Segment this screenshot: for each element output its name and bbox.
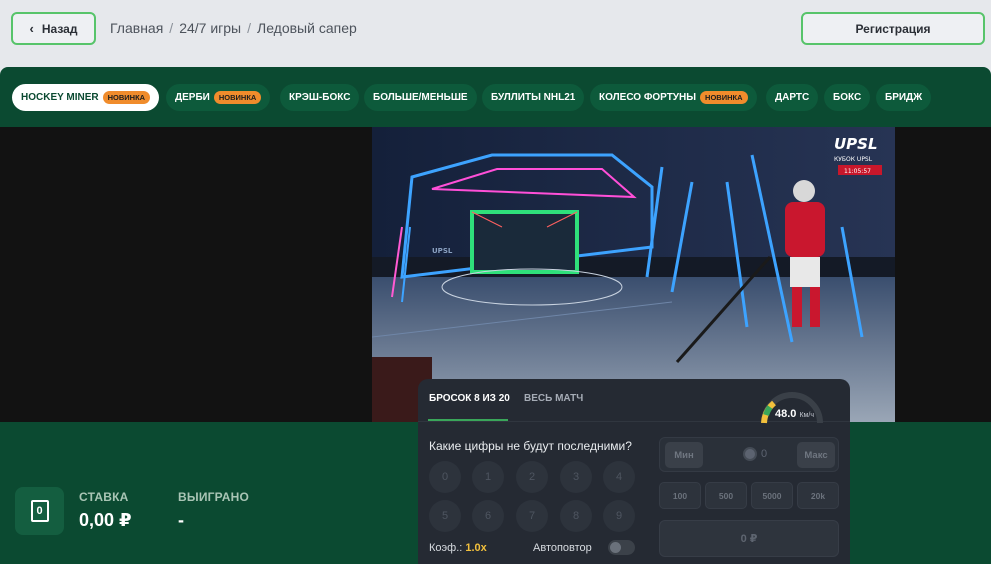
new-badge: НОВИНКА bbox=[700, 91, 748, 104]
breadcrumb-games[interactable]: 24/7 игры bbox=[179, 20, 241, 36]
tab-label: БУЛЛИТЫ NHL21 bbox=[491, 92, 576, 103]
tab-label: HOCKEY MINER bbox=[21, 92, 99, 103]
number-button-7[interactable]: 7 bbox=[516, 500, 548, 532]
number-button-3[interactable]: 3 bbox=[560, 461, 592, 493]
number-button-4[interactable]: 4 bbox=[603, 461, 635, 493]
tab-hockey-miner[interactable]: HOCKEY MINER НОВИНКА bbox=[12, 84, 160, 111]
coefficient-value: 1.0x bbox=[465, 542, 487, 554]
top-bar: ‹ Назад Главная / 24/7 игры / Ледовый са… bbox=[0, 0, 991, 67]
stake-stepper: Мин 0 Макс bbox=[659, 437, 839, 472]
tab-label: ДАРТС bbox=[775, 92, 810, 103]
video-letterbox-left bbox=[0, 127, 372, 422]
tab-crash-box[interactable]: КРЭШ-БОКС bbox=[280, 84, 360, 111]
cup-label: КУБОК UPSL bbox=[834, 156, 873, 163]
autorepeat-label: Автоповтор bbox=[533, 542, 592, 554]
tab-label: КРЭШ-БОКС bbox=[289, 92, 351, 103]
game-tabs-bar: HOCKEY MINER НОВИНКА ДЕРБИ НОВИНКА КРЭШ-… bbox=[0, 67, 991, 127]
toggle-knob bbox=[610, 542, 621, 553]
number-button-8[interactable]: 8 bbox=[560, 500, 592, 532]
rink-banner: UPSL bbox=[432, 247, 453, 255]
tab-derby[interactable]: ДЕРБИ НОВИНКА bbox=[166, 84, 271, 111]
hockey-rink-scene: UPSL КУБОК UPSL 11:05:57 UPSL bbox=[372, 127, 895, 422]
tab-label: БОЛЬШЕ/МЕНЬШЕ bbox=[373, 92, 468, 103]
quick-amount-500[interactable]: 500 bbox=[705, 482, 747, 509]
coefficient-label: Коэф.: bbox=[429, 542, 463, 554]
video-letterbox-right bbox=[895, 127, 991, 422]
speed-readout: 48.0 Км/ч bbox=[775, 408, 814, 420]
tab-darts[interactable]: ДАРТС bbox=[766, 84, 819, 111]
breadcrumb-separator: / bbox=[247, 20, 251, 36]
stake-label: СТАВКА bbox=[79, 490, 129, 504]
tab-more-less[interactable]: БОЛЬШЕ/МЕНЬШЕ bbox=[364, 84, 477, 111]
tab-shootouts-nhl21[interactable]: БУЛЛИТЫ NHL21 bbox=[482, 84, 585, 111]
chevron-left-icon: ‹ bbox=[29, 21, 34, 36]
stake-value: 0,00 ₽ bbox=[79, 510, 132, 530]
tab-label: КОЛЕСО ФОРТУНЫ bbox=[599, 92, 697, 103]
live-video[interactable]: UPSL КУБОК UPSL 11:05:57 UPSL bbox=[372, 127, 895, 422]
won-value: - bbox=[178, 510, 184, 530]
place-bet-button[interactable]: 0 ₽ bbox=[659, 520, 839, 557]
number-button-5[interactable]: 5 bbox=[429, 500, 461, 532]
speed-value: 48.0 bbox=[775, 408, 797, 420]
max-stake-button[interactable]: Макс bbox=[797, 442, 835, 468]
upsl-logo: UPSL bbox=[834, 135, 878, 153]
stake-input[interactable]: 0 bbox=[761, 448, 767, 460]
back-button-label: Назад bbox=[41, 21, 78, 36]
bet-slip-button[interactable]: 0 bbox=[15, 487, 64, 535]
tab-bridge[interactable]: БРИДЖ bbox=[876, 84, 932, 111]
min-stake-button[interactable]: Мин bbox=[665, 442, 703, 468]
won-label: ВЫИГРАНО bbox=[178, 490, 250, 504]
tab-label: БРИДЖ bbox=[885, 92, 923, 103]
number-button-9[interactable]: 9 bbox=[603, 500, 635, 532]
coefficient: Коэф.: 1.0x bbox=[429, 542, 487, 554]
tab-boxing[interactable]: БОКС bbox=[824, 84, 871, 111]
back-button[interactable]: ‹ Назад bbox=[11, 12, 96, 45]
breadcrumb-current: Ледовый сапер bbox=[257, 20, 357, 36]
tab-whole-match[interactable]: ВЕСЬ МАТЧ bbox=[524, 393, 583, 404]
breadcrumb: Главная / 24/7 игры / Ледовый сапер bbox=[110, 20, 357, 36]
quick-amount-20k[interactable]: 20k bbox=[797, 482, 839, 509]
tab-label: БОКС bbox=[833, 92, 862, 103]
autorepeat-toggle[interactable] bbox=[608, 540, 635, 555]
register-button[interactable]: Регистрация bbox=[801, 12, 985, 45]
number-button-2[interactable]: 2 bbox=[516, 461, 548, 493]
quick-amount-100[interactable]: 100 bbox=[659, 482, 701, 509]
new-badge: НОВИНКА bbox=[102, 91, 151, 104]
bet-slip-icon: 0 bbox=[30, 500, 49, 522]
tab-wheel-of-fortune[interactable]: КОЛЕСО ФОРТУНЫ НОВИНКА bbox=[590, 84, 757, 111]
number-button-6[interactable]: 6 bbox=[472, 500, 504, 532]
new-badge: НОВИНКА bbox=[213, 91, 262, 104]
breadcrumb-separator: / bbox=[169, 20, 174, 36]
bet-panel: БРОСОК 8 ИЗ 20 ВЕСЬ МАТЧ 48.0 Км/ч Какие… bbox=[418, 379, 850, 564]
speed-unit: Км/ч bbox=[799, 412, 814, 419]
tab-current-shot[interactable]: БРОСОК 8 ИЗ 20 bbox=[429, 393, 510, 404]
number-button-1[interactable]: 1 bbox=[472, 461, 504, 493]
breadcrumb-home[interactable]: Главная bbox=[110, 20, 163, 36]
live-time: 11:05:57 bbox=[844, 168, 871, 175]
bet-question: Какие цифры не будут последними? bbox=[429, 439, 632, 453]
coin-icon bbox=[743, 447, 757, 461]
tab-label: ДЕРБИ bbox=[175, 92, 210, 103]
quick-amount-5000[interactable]: 5000 bbox=[751, 482, 793, 509]
number-button-0[interactable]: 0 bbox=[429, 461, 461, 493]
